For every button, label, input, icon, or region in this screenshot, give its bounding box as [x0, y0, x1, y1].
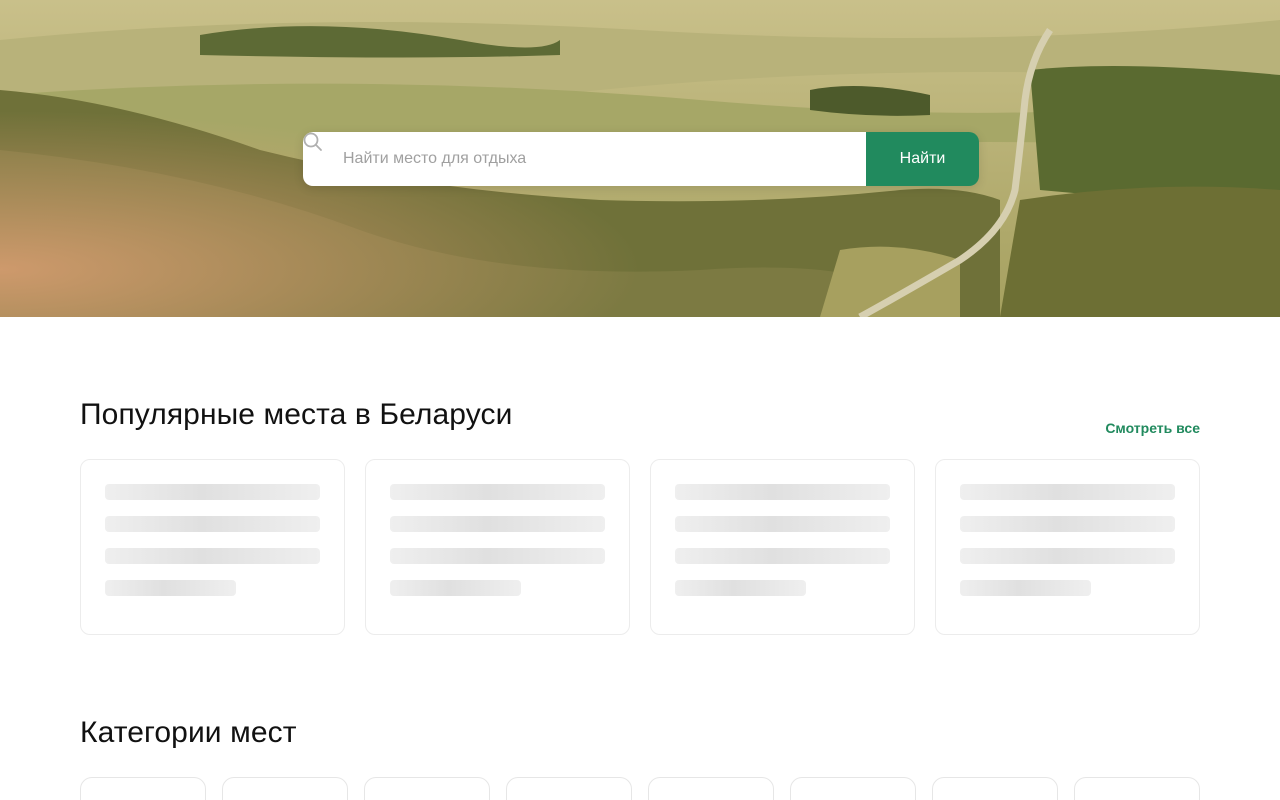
skeleton-line	[960, 516, 1175, 532]
category-item-skeleton	[222, 777, 348, 800]
skeleton-line	[105, 516, 320, 532]
skeleton-line	[390, 516, 605, 532]
skeleton-line	[960, 580, 1091, 596]
search-field[interactable]	[303, 132, 866, 186]
skeleton-line	[960, 484, 1175, 500]
skeleton-line	[675, 516, 890, 532]
skeleton-line	[390, 548, 605, 564]
category-item-skeleton	[506, 777, 632, 800]
category-item-skeleton	[932, 777, 1058, 800]
categories-section-title: Категории мест	[80, 716, 297, 749]
skeleton-line	[675, 580, 806, 596]
popular-cards	[80, 459, 1200, 635]
category-item-skeleton	[648, 777, 774, 800]
place-card-skeleton	[650, 459, 915, 635]
search-icon	[303, 132, 337, 169]
search-bar: Найти	[303, 132, 979, 186]
skeleton-line	[390, 580, 521, 596]
skeleton-line	[960, 548, 1175, 564]
category-list	[80, 777, 1200, 800]
skeleton-line	[105, 580, 236, 596]
category-item-skeleton	[80, 777, 206, 800]
see-all-link[interactable]: Смотреть все	[1105, 420, 1200, 436]
category-item-skeleton	[364, 777, 490, 800]
place-card-skeleton	[935, 459, 1200, 635]
category-item-skeleton	[1074, 777, 1200, 800]
skeleton-line	[105, 548, 320, 564]
place-card-skeleton	[80, 459, 345, 635]
skeleton-line	[105, 484, 320, 500]
skeleton-line	[390, 484, 605, 500]
search-input[interactable]	[343, 132, 866, 186]
skeleton-line	[675, 548, 890, 564]
popular-section-title: Популярные места в Беларуси	[80, 398, 513, 431]
category-item-skeleton	[790, 777, 916, 800]
search-button[interactable]: Найти	[866, 132, 979, 186]
hero-banner: Найти	[0, 0, 1280, 317]
skeleton-line	[675, 484, 890, 500]
place-card-skeleton	[365, 459, 630, 635]
